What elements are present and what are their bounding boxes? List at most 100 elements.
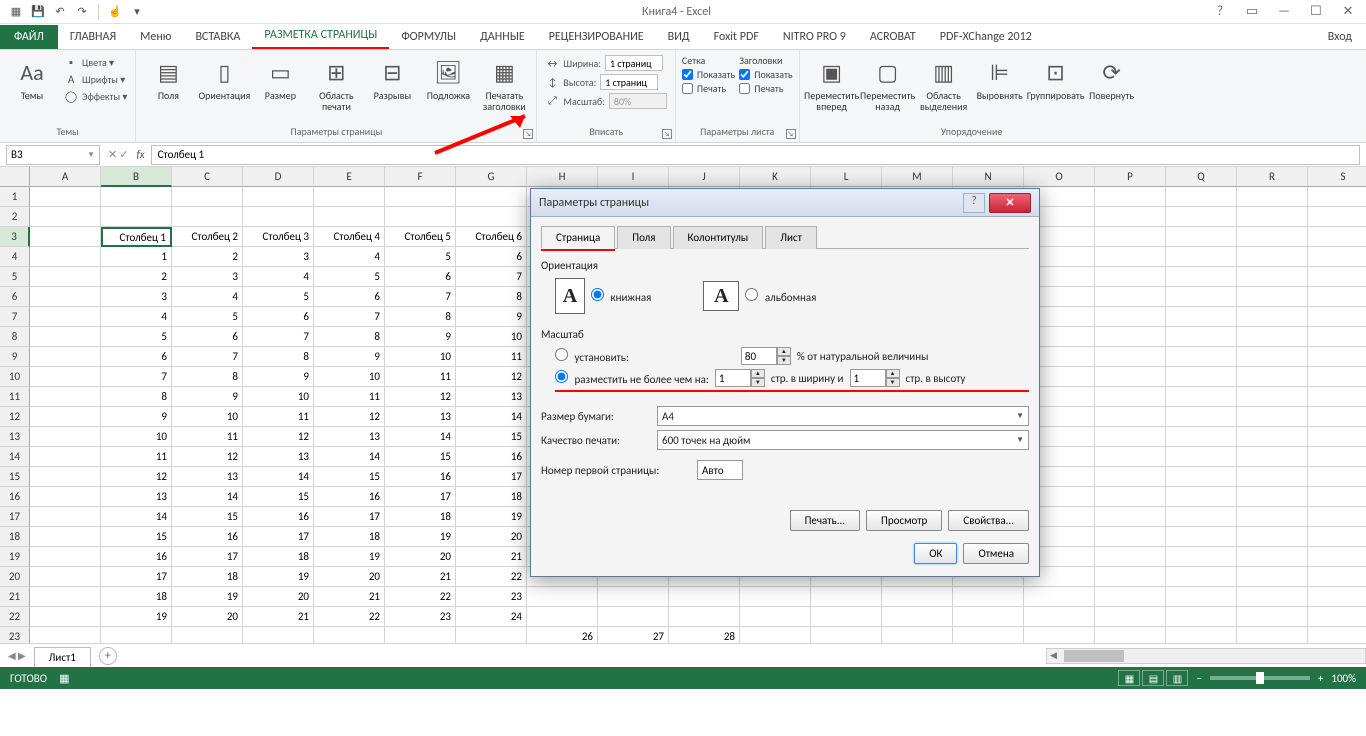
tab-nitro[interactable]: NITRO PRO 9: [771, 25, 858, 49]
cell[interactable]: [1095, 607, 1166, 627]
cell[interactable]: [1237, 467, 1308, 487]
cell[interactable]: 6: [456, 247, 527, 267]
cell[interactable]: [1095, 547, 1166, 567]
margins-button[interactable]: ▤Поля: [142, 52, 194, 101]
column-header[interactable]: R: [1237, 167, 1308, 187]
close-icon[interactable]: ✕: [1334, 2, 1362, 22]
cell[interactable]: [1024, 587, 1095, 607]
cell[interactable]: 19: [172, 587, 243, 607]
tab-view[interactable]: ВИД: [656, 25, 702, 49]
cell[interactable]: [1095, 587, 1166, 607]
name-box[interactable]: B3▼: [6, 145, 100, 165]
cell[interactable]: 28: [669, 627, 740, 643]
row-header[interactable]: 3: [0, 227, 30, 247]
cell[interactable]: 16: [314, 487, 385, 507]
cell[interactable]: 18: [314, 527, 385, 547]
cell[interactable]: [1095, 567, 1166, 587]
zoom-level[interactable]: 100%: [1331, 672, 1356, 685]
tab-foxit[interactable]: Foxit PDF: [702, 25, 771, 49]
cell[interactable]: [1166, 387, 1237, 407]
cell[interactable]: 21: [385, 567, 456, 587]
cancel-button[interactable]: Отмена: [963, 543, 1029, 564]
cell[interactable]: 12: [101, 467, 172, 487]
cell[interactable]: [598, 607, 669, 627]
row-header[interactable]: 5: [0, 267, 30, 287]
cell[interactable]: 8: [101, 387, 172, 407]
row-header[interactable]: 1: [0, 187, 30, 207]
zoom-slider[interactable]: [1210, 676, 1310, 680]
cell[interactable]: Столбец 2: [172, 227, 243, 247]
cell[interactable]: [30, 427, 101, 447]
cell[interactable]: [1095, 447, 1166, 467]
cell[interactable]: 15: [456, 427, 527, 447]
cell[interactable]: 3: [243, 247, 314, 267]
dialog-titlebar[interactable]: Параметры страницы ? ✕: [531, 189, 1039, 217]
cell[interactable]: 13: [101, 487, 172, 507]
cell[interactable]: 18: [172, 567, 243, 587]
cell[interactable]: 21: [243, 607, 314, 627]
cell[interactable]: 18: [456, 487, 527, 507]
cell[interactable]: [30, 227, 101, 247]
cell[interactable]: [740, 587, 811, 607]
cell[interactable]: [314, 187, 385, 207]
cell[interactable]: [1237, 307, 1308, 327]
cell[interactable]: [1308, 327, 1366, 347]
cell[interactable]: [1095, 227, 1166, 247]
print-area-button[interactable]: ⊞Область печати: [310, 52, 362, 112]
cell[interactable]: [243, 627, 314, 643]
cell[interactable]: [1166, 207, 1237, 227]
width-input[interactable]: [605, 55, 663, 71]
cell[interactable]: 7: [243, 327, 314, 347]
cell[interactable]: [1308, 387, 1366, 407]
column-header[interactable]: F: [385, 167, 456, 187]
ribbon-collapse-icon[interactable]: ▭: [1238, 2, 1266, 22]
cell[interactable]: [1095, 487, 1166, 507]
cell[interactable]: [953, 627, 1024, 643]
cell[interactable]: 13: [314, 427, 385, 447]
cell[interactable]: [1237, 447, 1308, 467]
cell[interactable]: 4: [101, 307, 172, 327]
cell[interactable]: [1308, 207, 1366, 227]
column-header[interactable]: B: [101, 167, 172, 187]
column-header[interactable]: I: [598, 167, 669, 187]
cell[interactable]: 11: [172, 427, 243, 447]
cell[interactable]: [1308, 227, 1366, 247]
cell[interactable]: 5: [172, 307, 243, 327]
cell[interactable]: [30, 307, 101, 327]
cell[interactable]: 15: [101, 527, 172, 547]
cell[interactable]: [30, 347, 101, 367]
orientation-button[interactable]: ▯Ориентация: [198, 52, 250, 101]
save-icon[interactable]: 💾: [28, 2, 48, 22]
cell[interactable]: 12: [314, 407, 385, 427]
cell[interactable]: [669, 587, 740, 607]
cell[interactable]: Столбец 1: [101, 227, 172, 247]
cell[interactable]: 6: [243, 307, 314, 327]
cell[interactable]: 12: [243, 427, 314, 447]
column-header[interactable]: A: [30, 167, 101, 187]
fit-height-input[interactable]: ▲▼: [850, 369, 900, 387]
cell[interactable]: [1308, 447, 1366, 467]
cell[interactable]: 8: [385, 307, 456, 327]
qat-customize-icon[interactable]: ▾: [127, 2, 147, 22]
cell[interactable]: [1308, 467, 1366, 487]
tab-home[interactable]: ГЛАВНАЯ: [58, 25, 128, 49]
cell[interactable]: 8: [243, 347, 314, 367]
cell[interactable]: 14: [172, 487, 243, 507]
cell[interactable]: [1308, 627, 1366, 643]
cell[interactable]: [1308, 287, 1366, 307]
scale-launcher-icon[interactable]: ↘: [662, 129, 672, 139]
cell[interactable]: [1308, 527, 1366, 547]
cell[interactable]: 2: [172, 247, 243, 267]
cell[interactable]: 13: [456, 387, 527, 407]
cell[interactable]: 20: [385, 547, 456, 567]
cell[interactable]: [1095, 307, 1166, 327]
cell[interactable]: [1095, 427, 1166, 447]
cell[interactable]: [1166, 527, 1237, 547]
cell[interactable]: 16: [243, 507, 314, 527]
cell[interactable]: [30, 607, 101, 627]
cell[interactable]: 10: [314, 367, 385, 387]
cell[interactable]: 15: [314, 467, 385, 487]
cell[interactable]: 10: [243, 387, 314, 407]
cell[interactable]: [1166, 287, 1237, 307]
row-header[interactable]: 22: [0, 607, 30, 627]
